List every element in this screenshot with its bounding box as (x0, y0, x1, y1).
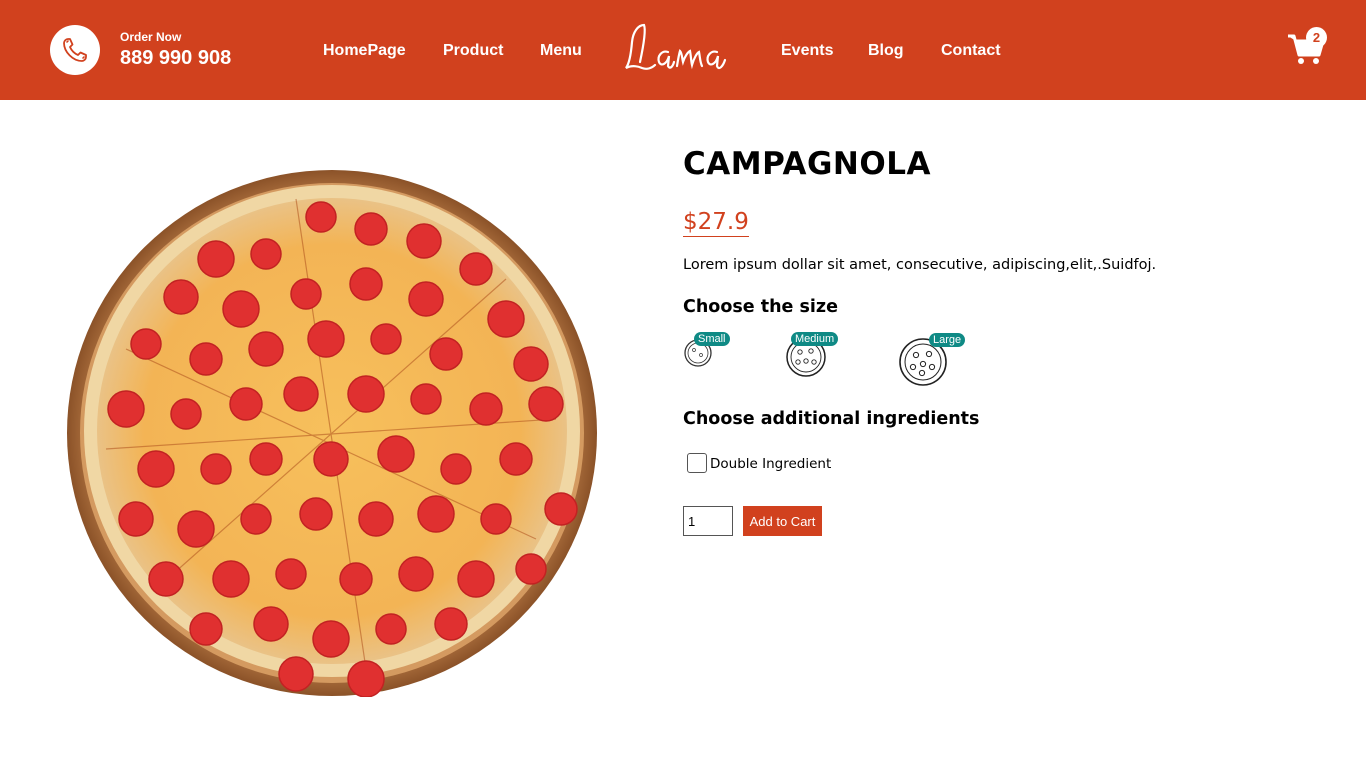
pepperoni-pizza-image (67, 170, 597, 697)
pepperoni-slice (339, 562, 373, 596)
pepperoni-slice (515, 553, 547, 585)
pepperoni-slice (459, 252, 493, 286)
pepperoni-slice (283, 376, 319, 412)
logo-text: Lama (684, 79, 687, 81)
pepperoni-slice (347, 660, 385, 697)
pepperoni-slice (275, 558, 307, 590)
pepperoni-slice (222, 290, 260, 328)
pepperoni-slice (457, 560, 495, 598)
pepperoni-slice (118, 501, 154, 537)
pepperoni-slice (137, 450, 175, 488)
size-large[interactable]: Large (898, 333, 966, 386)
pepperoni-slice (107, 390, 145, 428)
product-title: CAMPAGNOLA (683, 146, 931, 182)
pepperoni-slice (299, 497, 333, 531)
nav-contact[interactable]: Contact (941, 42, 1001, 60)
order-now-label: Order Now (120, 30, 182, 44)
pepperoni-slice (370, 323, 402, 355)
pepperoni-slice (313, 441, 349, 477)
pepperoni-slice (417, 495, 455, 533)
pepperoni-slice (197, 240, 235, 278)
pepperoni-slice (189, 342, 223, 376)
pepperoni-slice (406, 223, 442, 259)
pepperoni-slice (499, 442, 533, 476)
pepperoni-slice (307, 320, 345, 358)
pepperoni-slice (375, 613, 407, 645)
nav-product[interactable]: Product (443, 42, 503, 60)
pepperoni-slice (377, 435, 415, 473)
lama-logo[interactable]: Lama (622, 18, 746, 82)
pepperoni-slice (513, 346, 549, 382)
pepperoni-slice (200, 453, 232, 485)
pepperoni-slice (229, 387, 263, 421)
pepperoni-slice (434, 607, 468, 641)
pepperoni-slice (163, 279, 199, 315)
navbar: Order Now 889 990 908 HomePage Product M… (0, 0, 1366, 100)
pepperoni-slice (349, 267, 383, 301)
pepperoni-slice (487, 300, 525, 338)
pepperoni-slice (469, 392, 503, 426)
pepperoni-slice (253, 606, 289, 642)
nav-homepage[interactable]: HomePage (323, 42, 406, 60)
pepperoni-slice (170, 398, 202, 430)
size-label: Large (929, 333, 966, 347)
pepperoni-slice (130, 328, 162, 360)
product-description: Lorem ipsum dollar sit amet, consecutive… (683, 257, 1157, 273)
call-button[interactable] (50, 25, 100, 75)
pepperoni-slice (544, 492, 578, 526)
pepperoni-slice (290, 278, 322, 310)
double-ingredient-label[interactable]: Double Ingredient (710, 456, 831, 472)
pepperoni-slice (177, 510, 215, 548)
pepperoni-slice (249, 442, 283, 476)
pepperoni-slice (240, 503, 272, 535)
pepperoni-slice (358, 501, 394, 537)
size-label: Medium (791, 332, 839, 346)
nav-events[interactable]: Events (781, 42, 833, 60)
product-price: $27.9 (683, 209, 749, 237)
telephone-icon (63, 38, 87, 62)
double-ingredient-checkbox[interactable] (687, 453, 707, 473)
pepperoni-slice (528, 386, 564, 422)
size-small[interactable]: Small (683, 332, 730, 368)
pepperoni-slice (440, 453, 472, 485)
size-medium[interactable]: Medium (786, 332, 839, 377)
pepperoni-slice (248, 331, 284, 367)
pepperoni-slice (429, 337, 463, 371)
pepperoni-slice (305, 201, 337, 233)
ingredients-heading: Choose additional ingredients (683, 409, 980, 429)
pepperoni-slice (189, 612, 223, 646)
pepperoni-slice (212, 560, 250, 598)
pepperoni-slice (278, 656, 314, 692)
phone-number: 889 990 908 (120, 47, 232, 69)
nav-menu[interactable]: Menu (540, 42, 582, 60)
pepperoni-slice (148, 561, 184, 597)
pepperoni-slice (250, 238, 282, 270)
pepperoni-slice (354, 212, 388, 246)
pepperoni-slice (312, 620, 350, 658)
nav-blog[interactable]: Blog (868, 42, 904, 60)
pepperoni-slice (408, 281, 444, 317)
pepperoni-slice (480, 503, 512, 535)
pepperoni-slice (347, 375, 385, 413)
cart-count-badge: 2 (1306, 27, 1327, 48)
pepperoni-slice (398, 556, 434, 592)
pepperoni-slice (410, 383, 442, 415)
size-heading: Choose the size (683, 297, 838, 317)
size-label: Small (694, 332, 730, 346)
quantity-input[interactable] (683, 506, 733, 536)
add-to-cart-button[interactable]: Add to Cart (743, 506, 822, 536)
